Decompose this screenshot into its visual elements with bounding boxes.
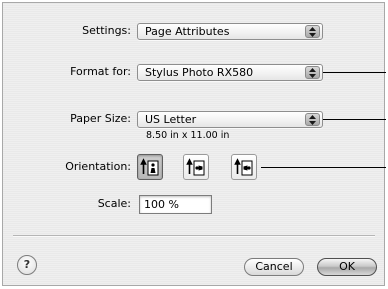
- landscape-right-icon: [234, 158, 253, 176]
- callout-line: [323, 119, 386, 120]
- cancel-button[interactable]: Cancel: [244, 258, 304, 276]
- paper-size-popup[interactable]: US Letter: [137, 111, 323, 128]
- divider: [13, 235, 375, 237]
- orientation-landscape-right-button[interactable]: [231, 154, 257, 180]
- settings-popup[interactable]: Page Attributes: [137, 23, 323, 40]
- scale-input[interactable]: [139, 195, 212, 214]
- paper-dimensions: 8.50 in x 11.00 in: [146, 130, 230, 141]
- settings-popup-value: Page Attributes: [145, 25, 230, 38]
- popup-arrows-icon: [305, 66, 320, 79]
- page-setup-dialog: Settings: Page Attributes Format for: St…: [2, 2, 386, 286]
- popup-arrows-icon: [305, 25, 320, 38]
- settings-label: Settings:: [82, 24, 131, 37]
- format-for-popup[interactable]: Stylus Photo RX580: [137, 64, 323, 81]
- callout-line: [261, 167, 386, 168]
- paper-size-label: Paper Size:: [70, 112, 131, 125]
- scale-label: Scale:: [97, 197, 131, 210]
- format-for-label: Format for:: [70, 65, 131, 78]
- paper-size-popup-value: US Letter: [145, 113, 197, 126]
- orientation-landscape-left-button[interactable]: [183, 154, 209, 180]
- orientation-portrait-button[interactable]: [137, 154, 163, 180]
- ok-button[interactable]: OK: [317, 258, 377, 276]
- landscape-left-icon: [186, 158, 205, 176]
- orientation-label: Orientation:: [65, 160, 131, 173]
- callout-line: [323, 72, 386, 73]
- portrait-icon: [140, 158, 159, 176]
- popup-arrows-icon: [305, 113, 320, 126]
- format-for-popup-value: Stylus Photo RX580: [145, 66, 254, 79]
- help-button[interactable]: ?: [17, 255, 37, 275]
